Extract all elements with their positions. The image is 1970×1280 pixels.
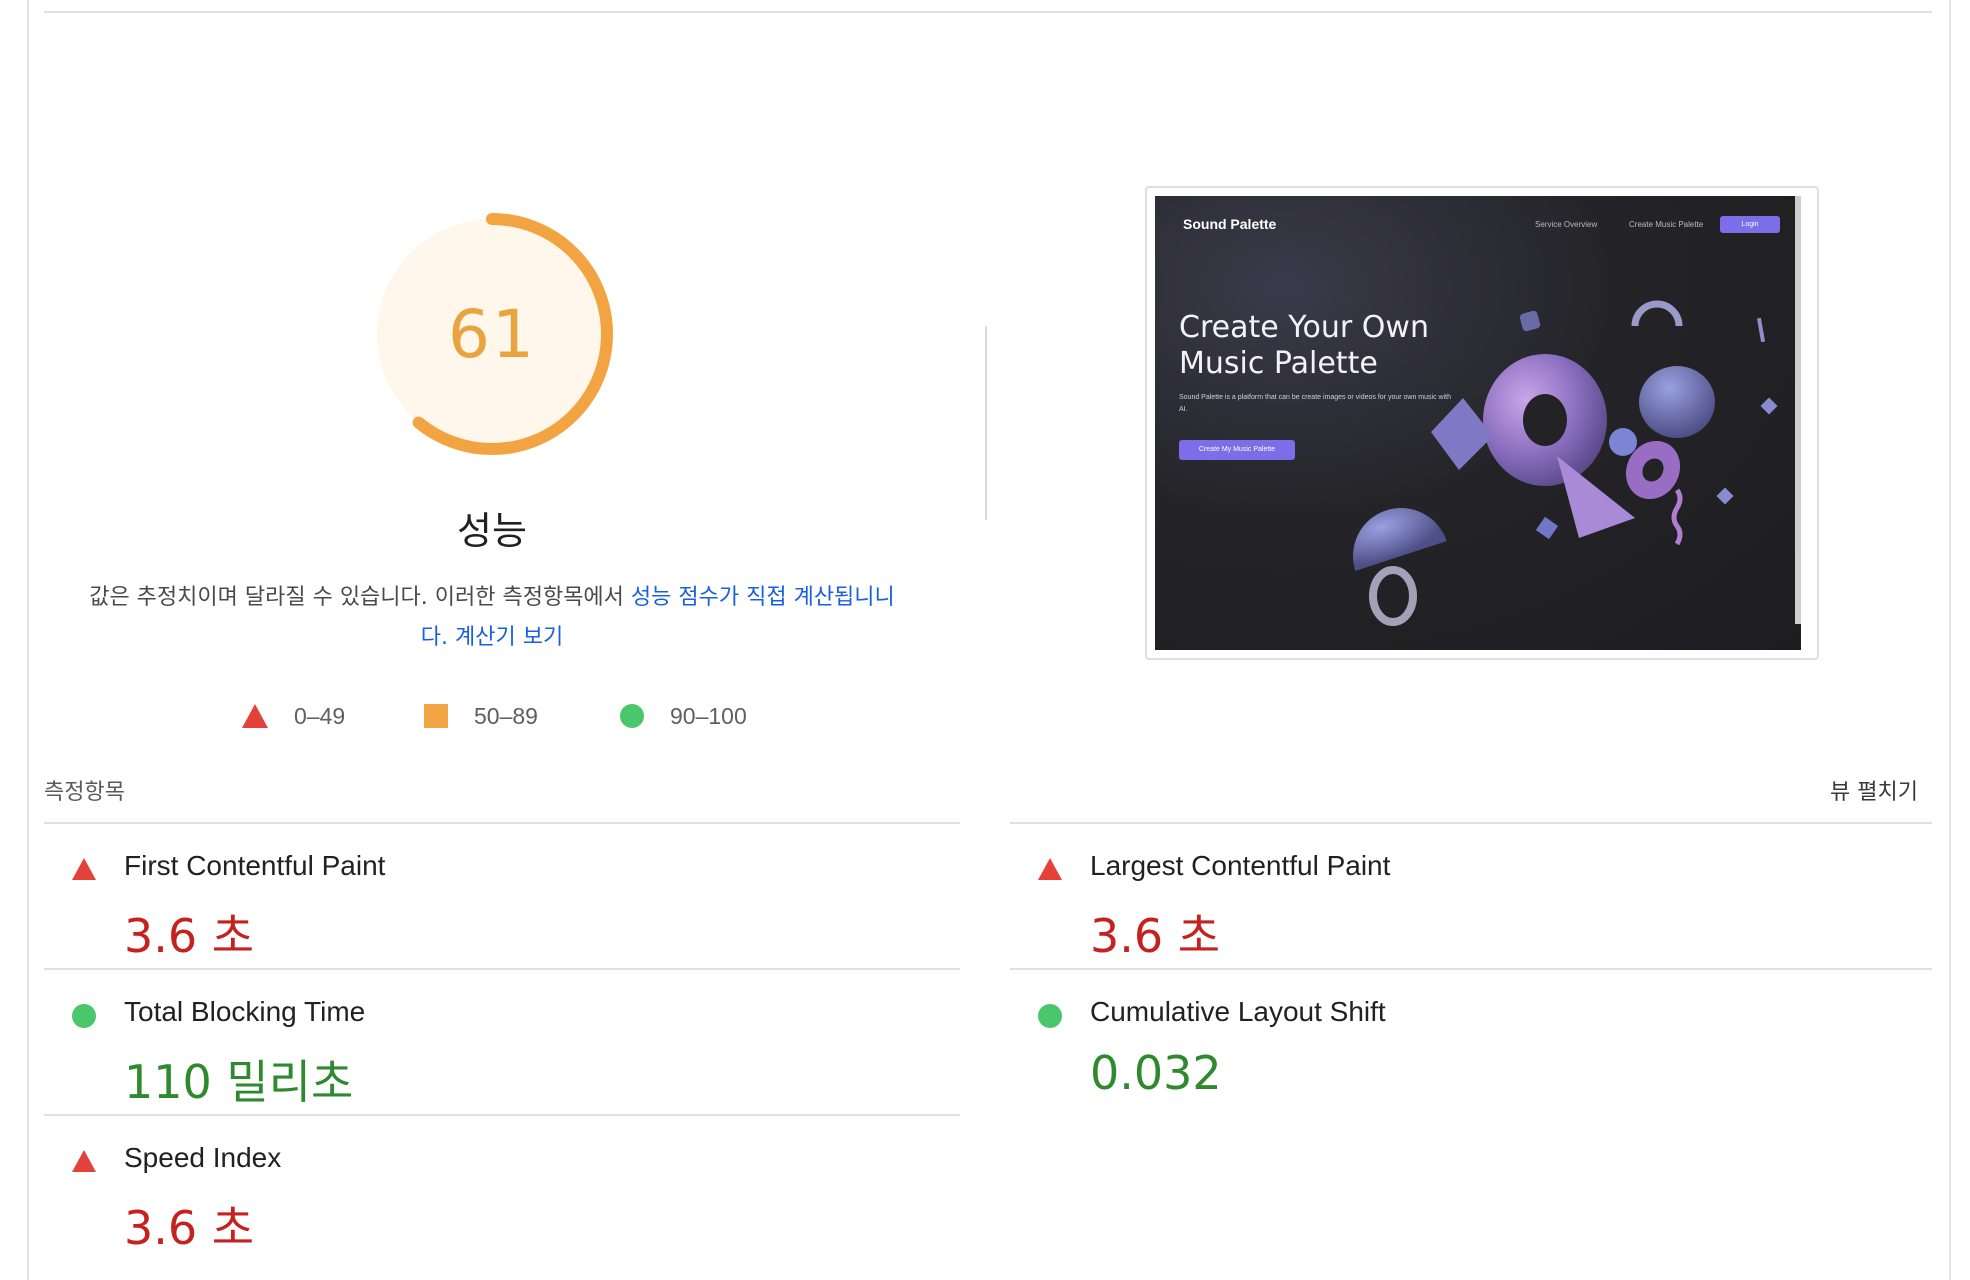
metric-first-contentful-paint[interactable]: First Contentful Paint 3.6 초 (44, 834, 944, 974)
pass-circle-icon (1038, 1004, 1062, 1028)
metric-speed-index[interactable]: Speed Index 3.6 초 (44, 1126, 944, 1266)
metric-value: 110 밀리초 (124, 1055, 354, 1109)
legend-average: 50–89 (424, 700, 538, 732)
metrics-row-divider-left (44, 968, 960, 970)
metric-name: Speed Index (124, 1142, 282, 1173)
score-calculation-link[interactable]: 성능 점수가 직접 계산됩니니 (631, 585, 895, 610)
legend-fail-label: 0–49 (294, 702, 346, 729)
screenshot-cta-button: Create My Music Palette (1179, 440, 1295, 460)
legend-pass: 90–100 (620, 700, 747, 732)
metric-cumulative-layout-shift[interactable]: Cumulative Layout Shift 0.032 (1010, 980, 1910, 1120)
fail-triangle-icon (1038, 858, 1062, 880)
metric-largest-contentful-paint[interactable]: Largest Contentful Paint 3.6 초 (1010, 834, 1910, 974)
metric-value: 3.6 초 (1090, 909, 1221, 963)
vertical-divider (985, 326, 987, 520)
screenshot-3d-shapes (1353, 300, 1778, 626)
average-square-icon (424, 704, 448, 728)
score-description: 값은 추정치이며 달라질 수 있습니다. 이러한 측정항목에서 성능 점수가 직… (80, 578, 904, 658)
metric-value: 0.032 (1090, 1046, 1222, 1100)
pass-circle-icon (72, 1004, 96, 1028)
top-divider (44, 11, 1932, 13)
metrics-divider-left (44, 822, 960, 824)
performance-score: 61 (448, 295, 536, 373)
metric-name: Total Blocking Time (124, 996, 366, 1027)
pass-circle-icon (620, 704, 644, 728)
metric-value: 3.6 초 (124, 909, 255, 963)
legend-average-label: 50–89 (474, 702, 538, 729)
calculator-link[interactable]: 계산기 보기 (455, 625, 563, 650)
screenshot-nav-overview: Service Overview (1535, 220, 1598, 229)
metrics-row-divider-right (1010, 968, 1932, 970)
metric-total-blocking-time[interactable]: Total Blocking Time 110 밀리초 (44, 980, 944, 1120)
metrics-divider-right (1010, 822, 1932, 824)
screenshot-brand: Sound Palette (1183, 216, 1277, 232)
expand-view-toggle[interactable]: 뷰 펼치기 (1830, 774, 1918, 806)
final-screenshot[interactable]: Sound Palette Service Overview Create Mu… (1145, 186, 1819, 660)
metric-name: First Contentful Paint (124, 850, 386, 881)
legend-pass-label: 90–100 (670, 702, 747, 729)
performance-gauge[interactable]: 61 (370, 212, 614, 456)
screenshot-image: Sound Palette Service Overview Create Mu… (1155, 196, 1801, 650)
metrics-row-divider-left-2 (44, 1114, 960, 1116)
metric-name: Cumulative Layout Shift (1090, 996, 1386, 1027)
metric-name: Largest Contentful Paint (1090, 850, 1391, 881)
performance-title: 성능 (457, 509, 527, 553)
fail-triangle-icon (72, 858, 96, 880)
metrics-heading: 측정항목 (44, 780, 125, 805)
score-calculation-link-end[interactable]: 다. (421, 625, 448, 650)
fail-triangle-icon (242, 704, 268, 728)
description-text: 값은 추정치이며 달라질 수 있습니다. 이러한 측정항목에서 (89, 585, 631, 610)
legend-fail: 0–49 (242, 700, 345, 732)
fail-triangle-icon (72, 1150, 96, 1172)
metric-value: 3.6 초 (124, 1201, 255, 1255)
screenshot-nav-create: Create Music Palette (1629, 220, 1704, 229)
screenshot-login-button: Login (1720, 216, 1780, 233)
